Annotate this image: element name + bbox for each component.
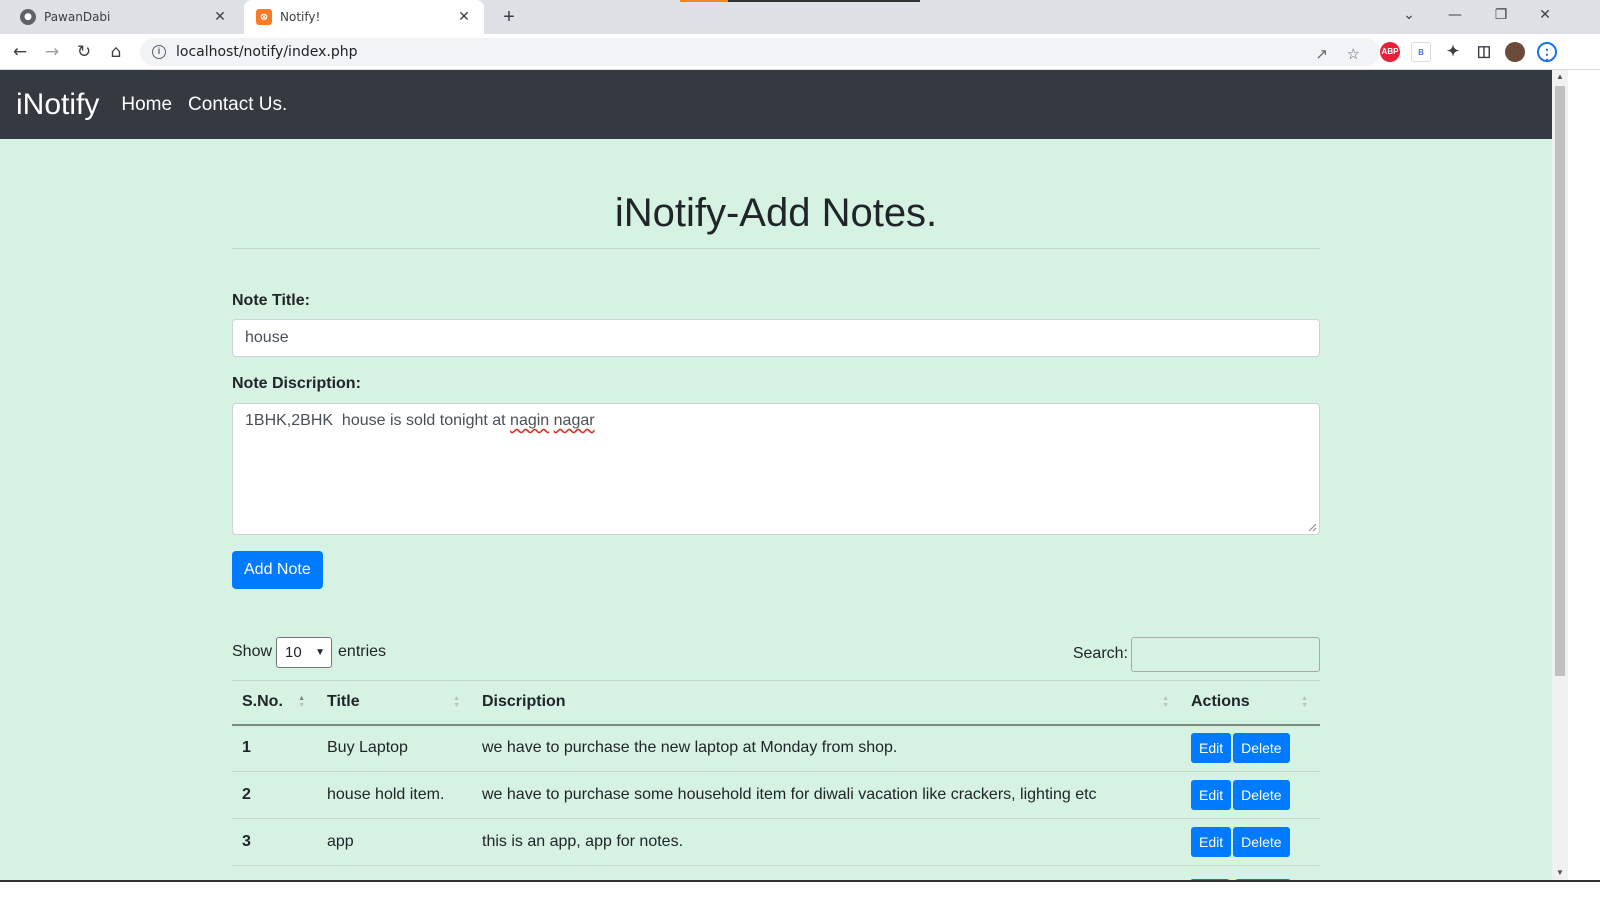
column-header-actions[interactable]: Actions ▲ ▼ [1181,680,1320,726]
table-header-row: S.No. ▲ ▼ Title ▲ ▼ Discription ▲ ▼ Actions… [232,680,1320,726]
close-window-button[interactable]: ✕ [1522,0,1568,30]
datatable-controls: Show 10 ▼ entries Search: [232,636,1320,672]
search-input[interactable] [1131,636,1320,672]
datatable-search: Search: [1073,636,1320,672]
delete-button[interactable]: Delete [1233,827,1290,857]
edit-button[interactable]: Edit [1191,827,1232,857]
side-panel-icon[interactable]: ◫ [1474,42,1494,62]
back-icon[interactable]: ← [6,38,34,66]
row-title: app [317,818,472,866]
edit-button[interactable]: Edit [1191,780,1232,810]
note-title-input[interactable]: house [232,319,1320,357]
close-icon[interactable]: ✕ [456,9,472,25]
window-bottom-margin [0,882,1600,900]
window-margin [1568,70,1600,900]
tab-title: PawanDabi [44,10,111,24]
avatar[interactable] [1505,42,1525,62]
sort-icon: ▲ ▼ [1301,695,1308,709]
adblock-icon[interactable]: ABP [1380,42,1400,62]
column-header-label: S.No. [242,693,283,711]
page-title: iNotify-Add Notes. [614,191,938,235]
note-title-label: Note Title: [232,292,310,309]
close-icon[interactable]: ✕ [212,9,228,25]
notes-table: S.No. ▲ ▼ Title ▲ ▼ Discription ▲ ▼ Actions… [232,680,1320,866]
row-sno: 1 [232,724,317,772]
browser-tab-notify[interactable]: ⊗ Notify! ✕ [244,0,484,34]
share-icon[interactable]: ↗ [1315,45,1328,63]
address-bar[interactable]: i localhost/notify/index.php ↗ ☆ [140,38,1380,66]
row-actions: Edit Delete [1181,771,1320,819]
show-label: Show [232,643,273,660]
add-note-button[interactable]: Add Note [232,551,323,589]
sort-asc-icon: ▲ ▼ [298,695,305,709]
column-header-sno[interactable]: S.No. ▲ ▼ [232,680,317,726]
row-title: house hold item. [317,771,472,819]
sort-icon: ▲ ▼ [1162,695,1169,709]
browser-tab-pawandabi[interactable]: ● PawanDabi ✕ [8,0,240,34]
table-row: 2 house hold item. we have to purchase s… [232,771,1320,819]
tab-search-icon[interactable]: ⌄ [1386,0,1432,30]
row-description: we have to purchase the new laptop at Mo… [472,724,1181,772]
table-row: 1 Buy Laptop we have to purchase the new… [232,724,1320,772]
divider [232,248,1320,249]
delete-button[interactable]: Delete [1233,733,1290,764]
entries-label: entries [338,643,387,660]
entries-select-value: 10 [285,643,302,661]
column-header-description[interactable]: Discription ▲ ▼ [472,680,1181,726]
browser-toolbar: ← → ↻ ⌂ i localhost/notify/index.php ↗ ☆… [0,34,1600,70]
column-header-title[interactable]: Title ▲ ▼ [317,680,472,726]
delete-button[interactable]: Delete [1233,780,1290,810]
column-header-label: Discription [482,693,566,711]
browser-tabstrip: ● PawanDabi ✕ ⊗ Notify! ✕ + ⌄ — ❐ ✕ [0,0,1600,34]
scroll-up-icon[interactable]: ▲ [1552,70,1568,84]
column-header-label: Actions [1191,693,1250,711]
note-description-textarea[interactable]: 1BHK,2BHK house is sold tonight at nagin… [232,403,1320,535]
misspelled-word: nagin [510,412,550,429]
column-header-label: Title [327,693,360,711]
resize-handle-icon[interactable] [1307,522,1317,532]
extension-b-icon[interactable]: B [1411,42,1431,62]
misspelled-word: nagar [553,412,595,429]
site-navbar: iNotify Home Contact Us. [0,70,1552,139]
edit-button[interactable]: Edit [1191,733,1232,764]
extensions-puzzle-icon[interactable]: ✦ [1443,42,1463,62]
site-info-icon[interactable]: i [152,45,166,59]
row-sno: 3 [232,818,317,866]
brand-logo[interactable]: iNotify [16,88,99,122]
restore-button[interactable]: ❐ [1478,0,1524,30]
row-title: Buy Laptop [317,724,472,772]
url-text: localhost/notify/index.php [176,44,358,60]
xampp-icon: ⊗ [256,9,272,25]
bookmark-star-icon[interactable]: ☆ [1347,45,1360,63]
reload-icon[interactable]: ↻ [70,38,98,66]
nav-home-link[interactable]: Home [121,94,172,116]
row-actions: Edit Delete [1181,724,1320,772]
scrollbar-thumb[interactable] [1555,86,1565,676]
row-actions: Edit Delete [1181,818,1320,866]
chevron-down-icon: ▼ [315,646,326,658]
scroll-down-icon[interactable]: ▼ [1552,866,1568,880]
row-description: we have to purchase some household item … [472,771,1181,819]
home-icon[interactable]: ⌂ [102,38,130,66]
entries-length-control: Show 10 ▼ entries [232,636,386,668]
main-container: iNotify-Add Notes. Note Title: house Not… [232,140,1320,866]
nav-contact-link[interactable]: Contact Us. [188,94,287,116]
menu-kebab-icon[interactable]: ⋮ [1537,42,1557,62]
forward-icon[interactable]: → [38,38,66,66]
minimize-button[interactable]: — [1432,0,1478,30]
github-icon: ● [20,9,36,25]
table-row: 3 app this is an app, app for notes. Edi… [232,818,1320,866]
entries-select[interactable]: 10 ▼ [276,636,333,668]
note-description-label: Note Discription: [232,375,361,392]
tab-title: Notify! [280,10,321,24]
search-label: Search: [1072,645,1128,662]
row-sno: 2 [232,771,317,819]
new-tab-button[interactable]: + [496,4,522,30]
loading-bar [680,0,920,2]
sort-icon: ▲ ▼ [453,695,460,709]
description-text: 1BHK,2BHK house is sold tonight at [245,412,511,429]
row-description: this is an app, app for notes. [472,818,1181,866]
